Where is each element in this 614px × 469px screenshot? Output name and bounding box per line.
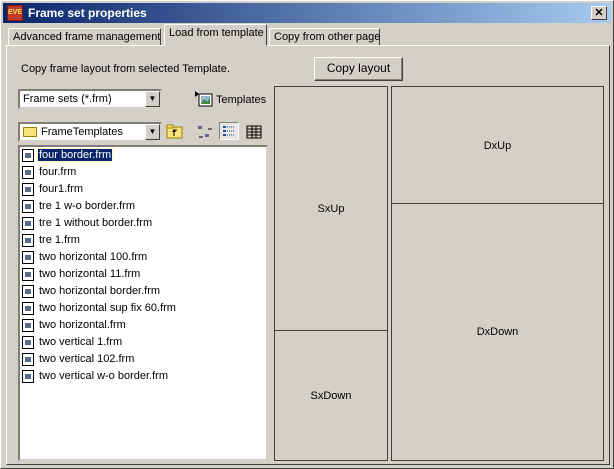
frameset-file-icon (22, 285, 34, 298)
frameset-file-icon (22, 302, 34, 315)
frameset-file-icon (22, 336, 34, 349)
tab-copy-from-other-page[interactable]: Copy from other page (269, 28, 380, 46)
frameset-file-icon (22, 217, 34, 230)
folder-combo[interactable]: FrameTemplates ▼ (18, 122, 162, 142)
combo-value: FrameTemplates (41, 126, 123, 138)
file-name: two horizontal.frm (39, 319, 126, 331)
file-type-combo[interactable]: Frame sets (*.frm) ▼ (18, 89, 162, 109)
file-name: two vertical 1.frm (39, 336, 123, 348)
frameset-file-icon (22, 183, 34, 196)
file-name: four1.frm (39, 183, 84, 195)
list-view-icon[interactable] (195, 123, 215, 141)
frameset-file-icon (22, 234, 34, 247)
frameset-file-icon (22, 319, 34, 332)
combo-value: Frame sets (*.frm) (23, 93, 112, 105)
app-icon: EVE (7, 5, 23, 21)
file-name: tre 1 without border.frm (39, 217, 153, 229)
frame-label: SxUp (317, 203, 345, 215)
frame-sxup: SxUp (274, 86, 388, 332)
up-folder-icon[interactable] (165, 123, 185, 141)
frame-label: DxDown (476, 326, 519, 338)
frame-label: DxUp (483, 139, 512, 152)
file-name: tre 1.frm (39, 234, 80, 246)
frameset-file-icon (22, 268, 34, 281)
close-button[interactable]: ✕ (591, 6, 607, 20)
copy-layout-button[interactable]: Copy layout (314, 57, 403, 81)
tab-load-from-template[interactable]: Load from template (164, 24, 267, 46)
file-name: two vertical w-o border.frm (39, 370, 168, 382)
frameset-file-icon (22, 251, 34, 264)
window-title: Frame set properties (28, 6, 147, 20)
tab-label: Advanced frame management (13, 31, 161, 43)
frameset-file-icon (22, 166, 34, 179)
frame-label: SxDown (310, 389, 352, 402)
details-view-icon[interactable] (219, 122, 239, 140)
template-file-list[interactable]: four border.frm four.frm four1.frm tre 1… (18, 145, 268, 461)
file-name: two horizontal border.frm (39, 285, 161, 297)
instruction-text: Copy frame layout from selected Template… (21, 63, 230, 75)
title-bar[interactable]: EVE Frame set properties ✕ (3, 3, 611, 23)
tab-panel: Copy frame layout from selected Template… (6, 45, 610, 465)
file-name: two horizontal 11.frm (39, 268, 141, 280)
folder-icon (23, 127, 37, 137)
dialog-window: EVE Frame set properties ✕ Advanced fram… (0, 0, 614, 469)
tab-label: Load from template (169, 27, 264, 39)
file-name: two horizontal sup fix 60.frm (39, 302, 176, 314)
file-name: four border.frm (36, 148, 114, 162)
file-name: four.frm (39, 166, 77, 178)
file-name: two vertical 102.frm (39, 353, 135, 365)
tab-label: Copy from other page (274, 31, 381, 43)
frameset-file-icon (22, 370, 34, 383)
frame-dxdown: DxDown (391, 203, 604, 461)
chevron-down-icon[interactable]: ▼ (145, 91, 160, 107)
frameset-file-icon (22, 353, 34, 366)
file-name: tre 1 w-o border.frm (39, 200, 135, 212)
thumbnail-view-icon[interactable] (244, 123, 264, 141)
tab-advanced-frame-management[interactable]: Advanced frame management (8, 28, 161, 46)
file-name: two horizontal 100.frm (39, 251, 148, 263)
templates-label[interactable]: Templates (216, 94, 266, 106)
image-folder-icon[interactable] (195, 91, 213, 107)
frame-dxup: DxUp (391, 86, 604, 205)
frameset-file-icon (22, 149, 34, 162)
frameset-file-icon (22, 200, 34, 213)
frame-sxdown: SxDown (274, 330, 388, 461)
chevron-down-icon[interactable]: ▼ (145, 124, 160, 140)
